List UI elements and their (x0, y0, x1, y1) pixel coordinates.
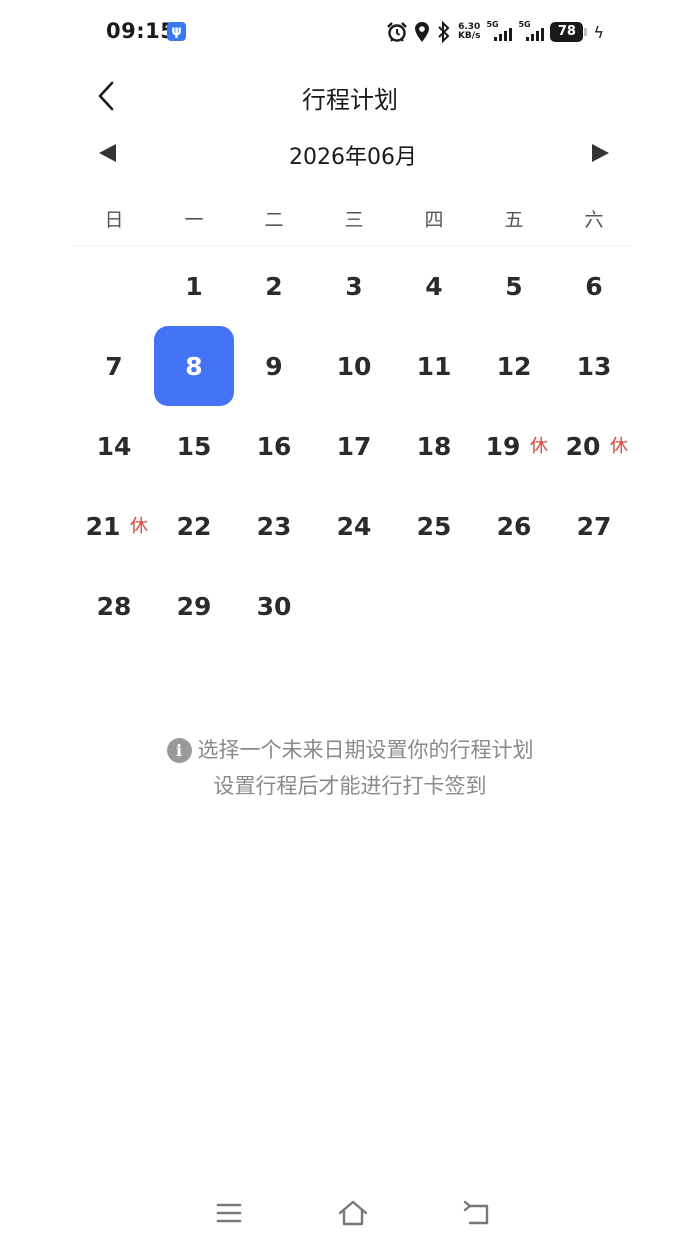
weekday-label: 日 (104, 209, 124, 231)
day-number: 13 (576, 351, 612, 381)
hint-line-1: 选择一个未来日期设置你的行程计划 (197, 738, 534, 762)
calendar-day[interactable]: 27 (554, 486, 634, 566)
day-number: 25 (416, 511, 452, 541)
signal-sim2-icon: 5G (518, 20, 545, 44)
calendar-day[interactable]: 12 (474, 326, 554, 406)
calendar-day[interactable]: 28 (74, 566, 154, 646)
day-number: 28 (96, 591, 132, 621)
weekday-label: 六 (584, 209, 604, 231)
calendar-day[interactable]: 11 (394, 326, 474, 406)
holiday-tag: 休 (610, 436, 628, 457)
calendar-day[interactable]: 14 (74, 406, 154, 486)
day-number: 2 (265, 271, 283, 301)
status-bar: 09:15 ψ 6.30 KB/s 5G 5G 78 ϟ (0, 0, 700, 64)
weekday-header: 日 一 二 三 四 五 六 (74, 205, 634, 235)
day-number: 26 (496, 511, 532, 541)
alarm-icon (387, 22, 407, 42)
day-number: 1 (185, 271, 203, 301)
calendar-day[interactable]: 17 (314, 406, 394, 486)
calendar-day[interactable]: 23 (234, 486, 314, 566)
battery-icon: 78 (550, 22, 588, 42)
hint-line-2: 设置行程后才能进行打卡签到 (213, 774, 487, 798)
day-number: 15 (176, 431, 212, 461)
day-number: 22 (176, 511, 212, 541)
weekday-label: 二 (264, 209, 284, 231)
day-number: 23 (256, 511, 292, 541)
day-number: 21 (85, 511, 121, 541)
hint-block: i 选择一个未来日期设置你的行程计划 设置行程后才能进行打卡签到 (0, 732, 700, 804)
calendar-day[interactable]: 24 (314, 486, 394, 566)
network-speed: 6.30 KB/s (458, 23, 480, 41)
day-number: 19 (485, 431, 521, 461)
calendar-day[interactable]: 1 (154, 246, 234, 326)
weekday-label: 一 (184, 209, 204, 231)
calendar-grid: 1 2 3 4 5 6 7 8 9 10 11 12 13 14 15 16 17 18 19 休 20 休 21 休 22 23… (74, 246, 634, 646)
holiday-tag: 休 (130, 516, 148, 537)
calendar-day[interactable]: 10 (314, 326, 394, 406)
next-month-button[interactable] (588, 141, 612, 165)
day-number: 5 (505, 271, 523, 301)
signal-sim1-icon: 5G (486, 20, 513, 44)
day-number: 11 (416, 351, 452, 381)
calendar-empty-cell (74, 246, 154, 326)
weekday-label: 五 (504, 209, 524, 231)
day-number: 7 (105, 351, 123, 381)
menu-icon[interactable] (212, 1196, 246, 1230)
bluetooth-icon (438, 21, 450, 43)
back-nav-icon[interactable] (461, 1196, 495, 1230)
day-number: 6 (585, 271, 603, 301)
day-number: 9 (265, 351, 283, 381)
day-number: 12 (496, 351, 532, 381)
calendar-day[interactable]: 20 休 (554, 406, 634, 486)
calendar-day[interactable]: 13 (554, 326, 634, 406)
calendar-day[interactable]: 30 (234, 566, 314, 646)
charging-icon: ϟ (593, 22, 604, 42)
calendar-day-selected[interactable]: 8 (154, 326, 234, 406)
day-number: 4 (425, 271, 443, 301)
day-number: 30 (256, 591, 292, 621)
usb-icon: ψ (167, 22, 186, 41)
day-number: 16 (256, 431, 292, 461)
calendar-day[interactable]: 16 (234, 406, 314, 486)
calendar-day[interactable]: 25 (394, 486, 474, 566)
day-number: 3 (345, 271, 363, 301)
day-number: 8 (185, 351, 203, 381)
calendar-day[interactable]: 21 休 (74, 486, 154, 566)
location-icon (414, 22, 429, 42)
info-icon: i (166, 737, 192, 763)
calendar-day[interactable]: 19 休 (474, 406, 554, 486)
page-title: 行程计划 (302, 86, 398, 114)
status-icons: 6.30 KB/s 5G 5G 78 ϟ (386, 18, 604, 46)
calendar-day[interactable]: 26 (474, 486, 554, 566)
weekday-label: 四 (424, 209, 444, 231)
system-navigation-bar (0, 1190, 700, 1234)
day-number: 10 (336, 351, 372, 381)
day-number: 29 (176, 591, 212, 621)
day-number: 24 (336, 511, 372, 541)
network-speed-unit: KB/s (457, 31, 481, 41)
calendar-day[interactable]: 18 (394, 406, 474, 486)
holiday-tag: 休 (530, 436, 548, 457)
day-number: 18 (416, 431, 452, 461)
calendar-day[interactable]: 29 (154, 566, 234, 646)
calendar-day[interactable]: 15 (154, 406, 234, 486)
day-number: 14 (96, 431, 132, 461)
day-number: 20 (565, 431, 601, 461)
calendar-day[interactable]: 3 (314, 246, 394, 326)
day-number: 17 (336, 431, 372, 461)
calendar-day[interactable]: 2 (234, 246, 314, 326)
calendar-day[interactable]: 22 (154, 486, 234, 566)
calendar-day[interactable]: 5 (474, 246, 554, 326)
calendar-day[interactable]: 6 (554, 246, 634, 326)
status-time: 09:15 (106, 19, 176, 43)
calendar-day[interactable]: 7 (74, 326, 154, 406)
calendar-day[interactable]: 4 (394, 246, 474, 326)
calendar-day[interactable]: 9 (234, 326, 314, 406)
day-number: 27 (576, 511, 612, 541)
weekday-label: 三 (344, 209, 364, 231)
home-icon[interactable] (336, 1196, 370, 1230)
